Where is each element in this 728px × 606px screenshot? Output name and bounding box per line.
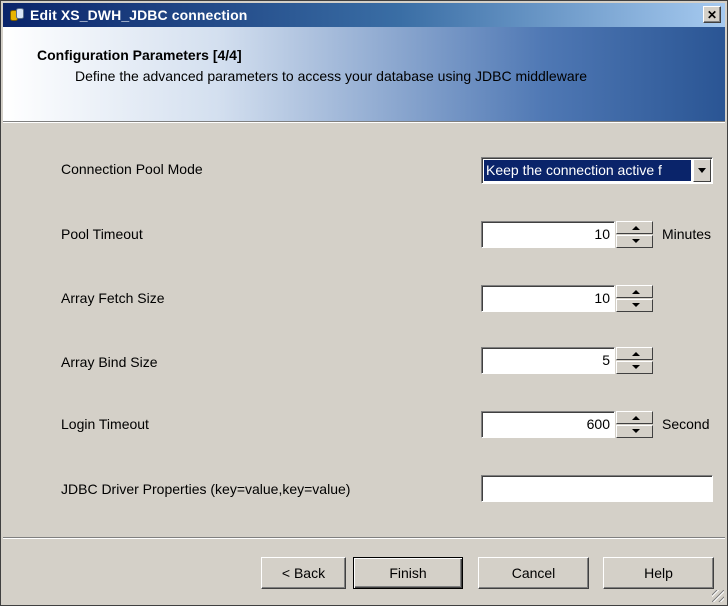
connection-pool-mode-label: Connection Pool Mode	[61, 161, 203, 177]
window-title: Edit XS_DWH_JDBC connection	[30, 7, 248, 23]
close-icon: ✕	[706, 8, 718, 22]
login-timeout-value: 600	[586, 416, 610, 432]
database-icon	[9, 7, 25, 23]
header-divider	[3, 121, 725, 123]
connection-pool-mode-value: Keep the connection active f	[484, 160, 691, 181]
arrow-down-icon	[632, 303, 640, 307]
login-timeout-input[interactable]: 600	[481, 411, 615, 438]
arrow-up-icon	[632, 352, 640, 356]
array-bind-size-stepper[interactable]	[616, 347, 653, 374]
array-fetch-size-value: 10	[594, 290, 610, 306]
array-fetch-size-input[interactable]: 10	[481, 285, 615, 312]
close-button[interactable]: ✕	[703, 6, 721, 23]
help-button[interactable]: Help	[603, 557, 714, 589]
increment-button[interactable]	[616, 221, 653, 234]
pool-timeout-label: Pool Timeout	[61, 226, 143, 242]
arrow-down-icon	[632, 239, 640, 243]
page-description: Define the advanced parameters to access…	[75, 68, 588, 84]
finish-button[interactable]: Finish	[353, 557, 463, 589]
array-bind-size-value: 5	[602, 352, 610, 368]
arrow-up-icon	[632, 226, 640, 230]
login-timeout-stepper[interactable]	[616, 411, 653, 438]
increment-button[interactable]	[616, 285, 653, 298]
array-bind-size-input[interactable]: 5	[481, 347, 615, 374]
login-timeout-unit: Second	[662, 416, 710, 432]
jdbc-driver-properties-input[interactable]	[481, 475, 713, 502]
chevron-down-icon	[698, 168, 706, 173]
arrow-up-icon	[632, 416, 640, 420]
login-timeout-label: Login Timeout	[61, 416, 149, 432]
arrow-down-icon	[632, 429, 640, 433]
decrement-button[interactable]	[616, 361, 653, 374]
pool-timeout-stepper[interactable]	[616, 221, 653, 248]
page-title: Configuration Parameters [4/4]	[37, 47, 242, 63]
decrement-button[interactable]	[616, 299, 653, 312]
connection-pool-mode-select[interactable]: Keep the connection active f	[481, 157, 713, 184]
pool-timeout-input[interactable]: 10	[481, 221, 615, 248]
resize-grip-icon[interactable]	[712, 590, 724, 602]
decrement-button[interactable]	[616, 425, 653, 438]
array-bind-size-label: Array Bind Size	[61, 354, 158, 370]
dropdown-button[interactable]	[693, 159, 711, 182]
footer-divider	[3, 537, 725, 539]
pool-timeout-value: 10	[594, 226, 610, 242]
title-bar[interactable]: Edit XS_DWH_JDBC connection ✕	[3, 3, 725, 27]
decrement-button[interactable]	[616, 235, 653, 248]
arrow-up-icon	[632, 290, 640, 294]
jdbc-driver-properties-label: JDBC Driver Properties (key=value,key=va…	[61, 481, 351, 497]
increment-button[interactable]	[616, 411, 653, 424]
cancel-button[interactable]: Cancel	[478, 557, 589, 589]
array-fetch-size-label: Array Fetch Size	[61, 290, 165, 306]
array-fetch-size-stepper[interactable]	[616, 285, 653, 312]
arrow-down-icon	[632, 365, 640, 369]
pool-timeout-unit: Minutes	[662, 226, 712, 242]
wizard-header: Configuration Parameters [4/4] Define th…	[3, 27, 725, 121]
back-button[interactable]: < Back	[261, 557, 346, 589]
edit-connection-dialog: Edit XS_DWH_JDBC connection ✕ Configurat…	[0, 0, 728, 606]
increment-button[interactable]	[616, 347, 653, 360]
